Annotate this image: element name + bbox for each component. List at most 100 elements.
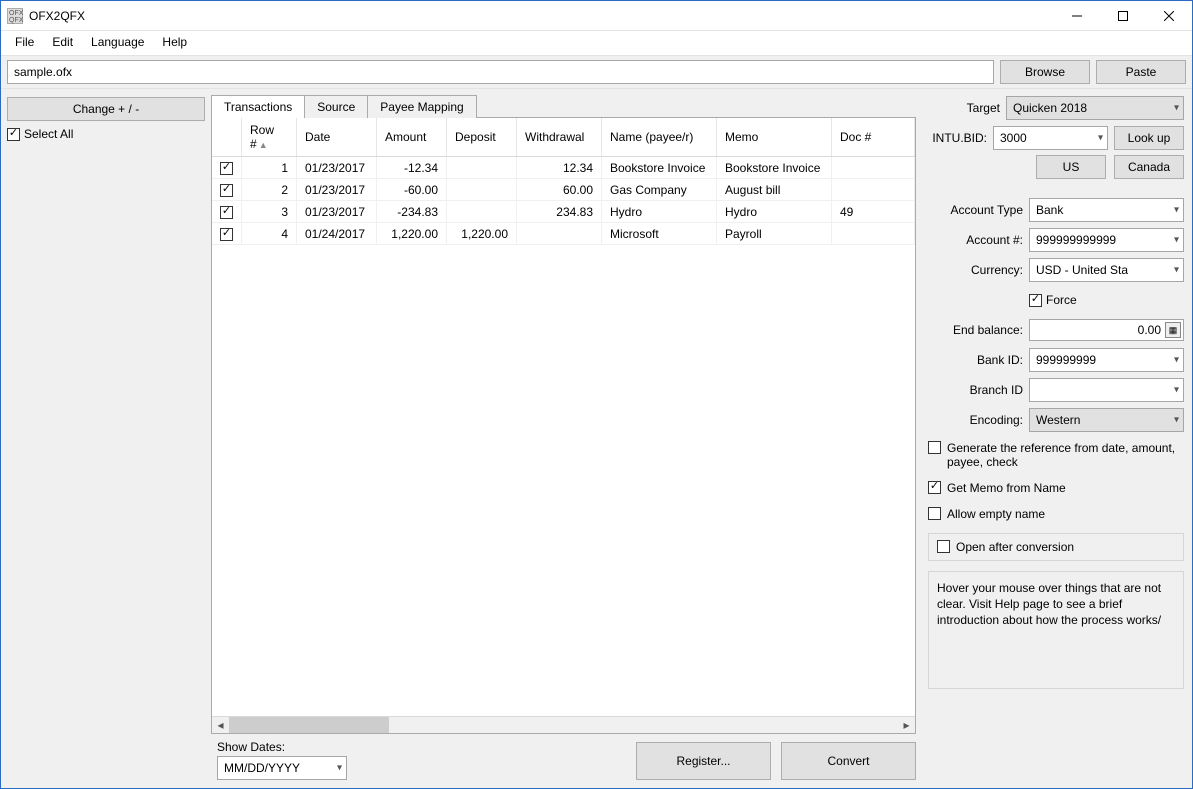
row-checkbox[interactable] (220, 206, 233, 219)
show-dates-group: Show Dates: MM/DD/YYYY ▾ (217, 740, 347, 780)
column-amount[interactable]: Amount (377, 118, 447, 157)
row-checkbox[interactable] (220, 162, 233, 175)
menu-language[interactable]: Language (83, 33, 152, 51)
column-doc[interactable]: Doc # (832, 118, 915, 157)
bank-id-label: Bank ID: (928, 353, 1023, 367)
sort-asc-icon: ▲ (259, 140, 268, 150)
chevron-down-icon: ▾ (1174, 385, 1179, 396)
change-sign-button[interactable]: Change + / - (7, 97, 205, 121)
end-balance-input[interactable]: 0.00▦ (1029, 319, 1184, 341)
account-number-label: Account #: (928, 233, 1023, 247)
canada-button[interactable]: Canada (1114, 155, 1184, 179)
date-format-select[interactable]: MM/DD/YYYY ▾ (217, 756, 347, 780)
currency-select[interactable]: USD - United Sta▾ (1029, 258, 1184, 282)
select-all-checkbox[interactable] (7, 128, 20, 141)
menu-file[interactable]: File (7, 33, 42, 51)
force-row[interactable]: Force (1029, 293, 1077, 307)
table-row[interactable]: 3 01/23/2017 -234.83 234.83 Hydro Hydro … (212, 201, 915, 223)
chevron-down-icon: ▾ (337, 763, 342, 774)
chevron-down-icon: ▾ (1174, 355, 1179, 366)
scroll-thumb[interactable] (229, 717, 389, 734)
memo-from-name-label: Get Memo from Name (947, 481, 1066, 495)
horizontal-scrollbar[interactable]: ◂ ▸ (212, 716, 915, 733)
scroll-right-icon[interactable]: ▸ (898, 717, 915, 734)
menubar: File Edit Language Help (1, 31, 1192, 55)
account-type-select[interactable]: Bank▾ (1029, 198, 1184, 222)
register-button[interactable]: Register... (636, 742, 771, 780)
generate-reference-checkbox[interactable] (928, 441, 941, 454)
menu-edit[interactable]: Edit (44, 33, 81, 51)
force-checkbox[interactable] (1029, 294, 1042, 307)
app-icon: OFX QFX (7, 8, 23, 24)
transactions-table: Row #▲ Date Amount Deposit Withdrawal Na… (212, 118, 915, 245)
end-balance-label: End balance: (928, 323, 1023, 337)
target-label: Target (928, 101, 1000, 115)
currency-label: Currency: (928, 263, 1023, 277)
table-row[interactable]: 2 01/23/2017 -60.00 60.00 Gas Company Au… (212, 179, 915, 201)
window-controls (1054, 1, 1192, 31)
maximize-button[interactable] (1100, 1, 1146, 31)
table-empty-area (212, 245, 915, 716)
intu-bid-select[interactable]: 3000▾ (993, 126, 1108, 150)
right-pane: Target Quicken 2018▾ INTU.BID: 3000▾ Loo… (920, 89, 1192, 788)
chevron-down-icon: ▾ (1098, 133, 1103, 144)
column-memo[interactable]: Memo (717, 118, 832, 157)
close-button[interactable] (1146, 1, 1192, 31)
post-convert-panel: Open after conversion (928, 533, 1184, 561)
browse-button[interactable]: Browse (1000, 60, 1090, 84)
chevron-down-icon: ▾ (1174, 415, 1179, 426)
select-all-label: Select All (24, 127, 73, 141)
lookup-button[interactable]: Look up (1114, 126, 1184, 150)
chevron-down-icon: ▾ (1174, 235, 1179, 246)
force-label: Force (1046, 293, 1077, 307)
select-all-row[interactable]: Select All (7, 127, 205, 141)
open-after-checkbox[interactable] (937, 540, 950, 553)
column-deposit[interactable]: Deposit (447, 118, 517, 157)
main-area: Change + / - Select All Transactions Sou… (1, 89, 1192, 788)
app-window: OFX QFX OFX2QFX File Edit Language Help … (0, 0, 1193, 789)
window-title: OFX2QFX (29, 9, 1054, 23)
intu-bid-label: INTU.BID: (928, 131, 987, 145)
column-row[interactable]: Row #▲ (242, 118, 297, 157)
bank-id-select[interactable]: 999999999▾ (1029, 348, 1184, 372)
convert-button[interactable]: Convert (781, 742, 916, 780)
account-number-select[interactable]: 999999999999▾ (1029, 228, 1184, 252)
tab-payee-mapping[interactable]: Payee Mapping (367, 95, 476, 118)
column-checkbox[interactable] (212, 118, 242, 157)
column-date[interactable]: Date (297, 118, 377, 157)
allow-empty-name-row[interactable]: Allow empty name (928, 503, 1184, 525)
us-button[interactable]: US (1036, 155, 1106, 179)
row-checkbox[interactable] (220, 228, 233, 241)
column-name[interactable]: Name (payee/r) (602, 118, 717, 157)
hint-text: Hover your mouse over things that are no… (937, 581, 1161, 627)
scroll-left-icon[interactable]: ◂ (212, 717, 229, 734)
source-file-input[interactable] (7, 60, 994, 84)
tab-source[interactable]: Source (304, 95, 368, 118)
calculator-icon[interactable]: ▦ (1165, 322, 1181, 338)
minimize-button[interactable] (1054, 1, 1100, 31)
row-checkbox[interactable] (220, 184, 233, 197)
chevron-down-icon: ▾ (1174, 265, 1179, 276)
show-dates-label: Show Dates: (217, 740, 347, 754)
paste-button[interactable]: Paste (1096, 60, 1186, 84)
scroll-track[interactable] (229, 717, 898, 734)
branch-id-select[interactable]: ▾ (1029, 378, 1184, 402)
memo-from-name-checkbox[interactable] (928, 481, 941, 494)
encoding-select[interactable]: Western▾ (1029, 408, 1184, 432)
open-after-row[interactable]: Open after conversion (937, 540, 1175, 554)
chevron-down-icon: ▾ (1174, 205, 1179, 216)
bottom-controls: Show Dates: MM/DD/YYYY ▾ Register... Con… (211, 734, 916, 782)
branch-id-label: Branch ID (928, 383, 1023, 397)
transactions-table-container: Row #▲ Date Amount Deposit Withdrawal Na… (211, 117, 916, 734)
tab-transactions[interactable]: Transactions (211, 95, 305, 118)
table-row[interactable]: 4 01/24/2017 1,220.00 1,220.00 Microsoft… (212, 223, 915, 245)
encoding-label: Encoding: (928, 413, 1023, 427)
column-withdrawal[interactable]: Withdrawal (517, 118, 602, 157)
table-row[interactable]: 1 01/23/2017 -12.34 12.34 Bookstore Invo… (212, 157, 915, 179)
open-after-label: Open after conversion (956, 540, 1074, 554)
target-select[interactable]: Quicken 2018▾ (1006, 96, 1184, 120)
generate-reference-row[interactable]: Generate the reference from date, amount… (928, 437, 1184, 473)
memo-from-name-row[interactable]: Get Memo from Name (928, 477, 1184, 499)
menu-help[interactable]: Help (154, 33, 195, 51)
allow-empty-name-checkbox[interactable] (928, 507, 941, 520)
